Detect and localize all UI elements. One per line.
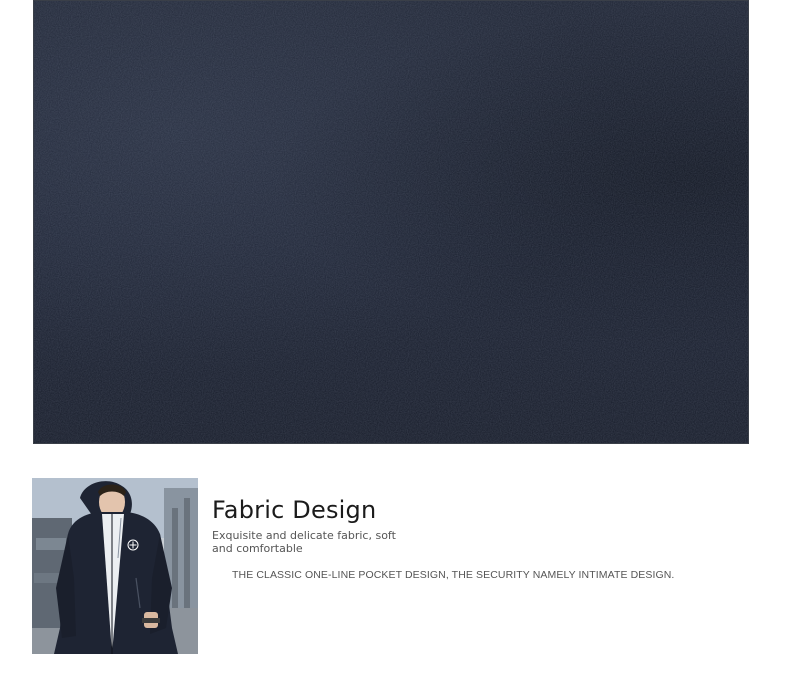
section-title: Fabric Design [212, 496, 377, 524]
fabric-texture [34, 1, 748, 443]
section-description: THE CLASSIC ONE-LINE POCKET DESIGN, THE … [232, 569, 675, 581]
section-subtitle: Exquisite and delicate fabric, soft and … [212, 529, 396, 555]
model-wearing-jacket-illustration [32, 478, 198, 654]
fabric-closeup-image [33, 0, 749, 444]
model-photo [32, 478, 198, 654]
